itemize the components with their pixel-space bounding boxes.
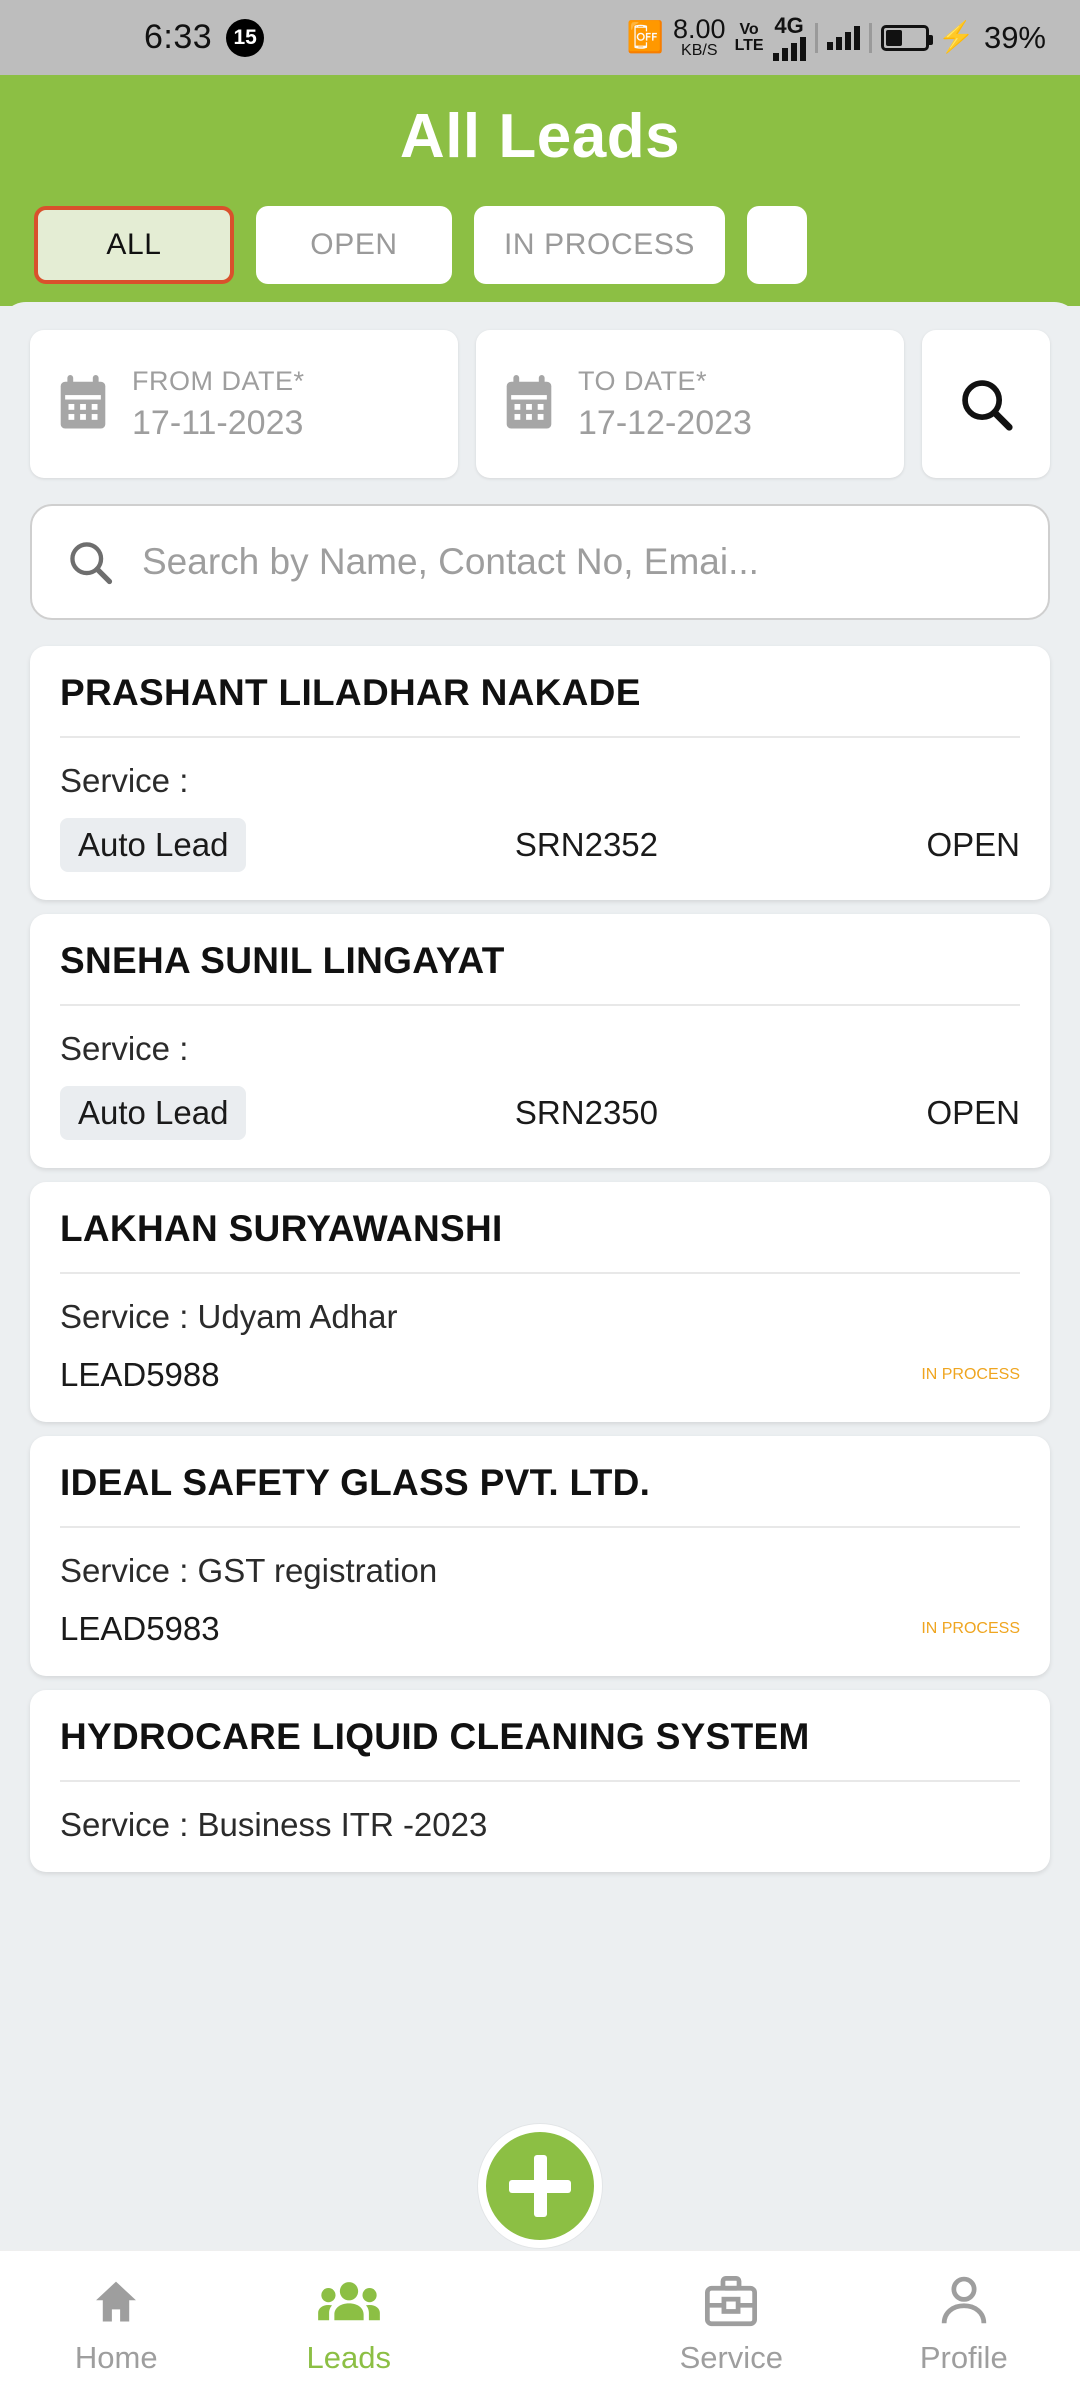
list-item[interactable]: HYDROCARE LIQUID CLEANING SYSTEM Service… — [30, 1690, 1050, 1872]
search-input[interactable]: Search by Name, Contact No, Emai... — [30, 504, 1050, 620]
search-icon — [962, 380, 1013, 431]
tab-all[interactable]: ALL — [34, 206, 234, 284]
calendar-icon — [60, 375, 106, 429]
calendar-icon — [506, 375, 552, 429]
lead-name: LAKHAN SURYAWANSHI — [60, 1208, 503, 1249]
lead-service: Service : GST registration — [60, 1552, 438, 1589]
lead-id: SRN2350 — [514, 1094, 659, 1131]
clock: 6:33 — [144, 18, 213, 56]
tab-in-process[interactable]: IN PROCESS — [474, 206, 726, 284]
divider — [60, 1780, 1020, 1782]
lead-service: Service : — [60, 762, 189, 799]
status-filter-tabs[interactable]: ALL OPEN IN PROCESS — [0, 206, 1080, 284]
search-placeholder: Search by Name, Contact No, Emai... — [142, 541, 759, 582]
status-badge: OPEN — [926, 826, 1020, 863]
to-date-value: 17-12-2023 — [578, 403, 752, 442]
status-bar: 6:33 15 📴 8.00 KB/S Vo LTE 4G ⚡ 39% — [0, 0, 1080, 75]
lead-name: SNEHA SUNIL LINGAYAT — [60, 940, 505, 981]
list-item[interactable]: IDEAL SAFETY GLASS PVT. LTD. Service : G… — [30, 1436, 1050, 1676]
app-header: All Leads ALL OPEN IN PROCESS — [0, 75, 1080, 306]
lead-id: SRN2352 — [514, 826, 659, 863]
lead-name: PRASHANT LILADHAR NAKADE — [60, 672, 641, 713]
list-item[interactable]: PRASHANT LILADHAR NAKADE Service : Auto … — [30, 646, 1050, 900]
nav-item-profile[interactable]: Profile — [848, 2276, 1080, 2376]
network-speed-indicator: 8.00 KB/S — [673, 16, 726, 59]
volte-bottom-label: LTE — [734, 36, 764, 54]
status-badge: OPEN — [926, 1094, 1020, 1131]
charging-bolt-icon: ⚡ — [937, 21, 975, 54]
lead-service: Service : Business ITR -2023 — [60, 1806, 488, 1843]
status-divider-2 — [868, 22, 872, 53]
divider — [60, 736, 1020, 738]
to-date-text: TO DATE* 17-12-2023 — [578, 366, 752, 443]
from-date-field[interactable]: FROM DATE* 17-11-2023 — [30, 330, 458, 478]
to-date-label: TO DATE* — [578, 365, 708, 396]
status-bar-left: 6:33 15 — [144, 18, 265, 57]
mobile-data-icon: 4G — [772, 12, 806, 61]
from-date-value: 17-11-2023 — [132, 403, 304, 442]
lead-service: Service : — [60, 1030, 189, 1067]
network-speed-unit: KB/S — [681, 42, 718, 59]
vibrate-icon: 📴 — [626, 21, 664, 54]
divider — [60, 1526, 1020, 1528]
lead-source-chip: Auto Lead — [60, 818, 247, 872]
lead-name: IDEAL SAFETY GLASS PVT. LTD. — [60, 1462, 651, 1503]
date-filter-row: FROM DATE* 17-11-2023 TO DATE* 17-12-202… — [30, 330, 1050, 478]
status-badge: IN PROCESS — [921, 1366, 1020, 1383]
nav-label: Leads — [306, 2339, 391, 2375]
nav-label: Service — [679, 2339, 783, 2375]
lead-meta-row: LEAD5988 IN PROCESS — [60, 1356, 1020, 1394]
page-title: All Leads — [399, 102, 681, 171]
search-icon — [70, 542, 113, 585]
status-bar-right: 📴 8.00 KB/S Vo LTE 4G ⚡ 39% — [626, 12, 1046, 61]
lead-source-chip: Auto Lead — [60, 1086, 247, 1140]
network-speed-value: 8.00 — [673, 14, 726, 44]
lead-meta-row: Auto Lead SRN2350 OPEN — [60, 1086, 1020, 1140]
nav-label: Home — [74, 2339, 158, 2375]
content-area: FROM DATE* 17-11-2023 TO DATE* 17-12-202… — [0, 302, 1080, 2197]
from-date-label: FROM DATE* — [132, 365, 305, 396]
status-divider — [814, 22, 818, 53]
lead-id: LEAD5988 — [60, 1356, 220, 1393]
nav-item-leads[interactable]: Leads — [233, 2276, 466, 2376]
list-item[interactable]: LAKHAN SURYAWANSHI Service : Udyam Adhar… — [30, 1182, 1050, 1422]
toolbox-icon — [705, 2275, 758, 2326]
volte-icon: Vo LTE — [734, 20, 764, 54]
notification-count-badge: 15 — [226, 18, 265, 57]
nav-item-home[interactable]: Home — [0, 2276, 233, 2376]
network-type-label: 4G — [774, 12, 804, 38]
to-date-field[interactable]: TO DATE* 17-12-2023 — [476, 330, 904, 478]
lead-meta-row: LEAD5983 IN PROCESS — [60, 1610, 1020, 1648]
status-badge: IN PROCESS — [921, 1620, 1020, 1637]
tab-next-partial[interactable] — [747, 206, 808, 284]
person-icon — [941, 2276, 986, 2323]
apply-filter-button[interactable] — [922, 330, 1050, 478]
tab-open[interactable]: OPEN — [256, 206, 452, 284]
lead-name: HYDROCARE LIQUID CLEANING SYSTEM — [60, 1716, 810, 1757]
lead-meta-row: Auto Lead SRN2352 OPEN — [60, 818, 1020, 872]
bottom-navigation: Home Leads Service Profile — [0, 2250, 1080, 2400]
nav-item-service[interactable]: Service — [615, 2275, 848, 2376]
from-date-text: FROM DATE* 17-11-2023 — [132, 366, 305, 443]
signal-bars-secondary-icon — [826, 25, 860, 50]
battery-percent: 39% — [983, 19, 1046, 55]
lead-id: LEAD5983 — [60, 1610, 220, 1647]
leads-list: PRASHANT LILADHAR NAKADE Service : Auto … — [30, 646, 1050, 1872]
lead-service: Service : Udyam Adhar — [60, 1298, 398, 1335]
add-lead-fab[interactable] — [478, 2124, 602, 2248]
divider — [60, 1004, 1020, 1006]
people-icon — [317, 2281, 380, 2320]
battery-icon — [880, 24, 933, 51]
list-item[interactable]: SNEHA SUNIL LINGAYAT Service : Auto Lead… — [30, 914, 1050, 1168]
divider — [60, 1272, 1020, 1274]
home-icon — [96, 2281, 137, 2321]
nav-label: Profile — [919, 2339, 1008, 2375]
signal-bars-icon — [772, 36, 806, 61]
volte-top-label: Vo — [739, 20, 759, 38]
